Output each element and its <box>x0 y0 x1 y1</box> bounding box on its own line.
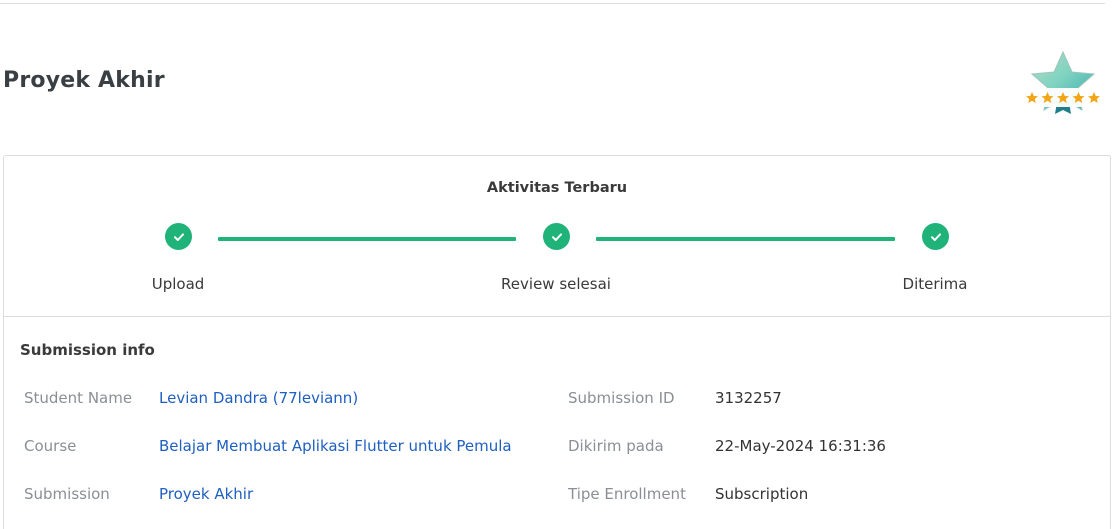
page-title: Proyek Akhir <box>3 68 165 93</box>
submission-label: Submission <box>24 485 110 503</box>
submission-id-value: 3132257 <box>715 389 782 407</box>
submission-link[interactable]: Proyek Akhir <box>159 485 253 503</box>
project-card: Aktivitas Terbaru Upload Review selesai … <box>3 155 1111 529</box>
step-label-upload: Upload <box>151 275 205 293</box>
step-upload-check-icon <box>165 223 192 250</box>
enrollment-type-label: Tipe Enrollment <box>568 485 686 503</box>
step-connector <box>596 237 895 241</box>
enrollment-type-value: Subscription <box>715 485 809 503</box>
star-rating-badge-icon <box>1022 50 1106 116</box>
submission-info-title: Submission info <box>20 341 155 359</box>
step-connector <box>218 237 516 241</box>
student-name-link[interactable]: Levian Dandra (77leviann) <box>159 389 358 407</box>
step-label-accepted: Diterima <box>902 275 968 293</box>
sent-at-label: Dikirim pada <box>568 437 664 455</box>
step-accepted-check-icon <box>922 223 949 250</box>
submission-id-label: Submission ID <box>568 389 675 407</box>
student-name-label: Student Name <box>24 389 133 407</box>
step-review-check-icon <box>543 223 570 250</box>
activity-timeline: Aktivitas Terbaru Upload Review selesai … <box>4 156 1110 317</box>
sent-at-value: 22-May-2024 16:31:36 <box>715 437 886 455</box>
course-link[interactable]: Belajar Membuat Aplikasi Flutter untuk P… <box>159 437 512 455</box>
course-label: Course <box>24 437 77 455</box>
activity-title: Aktivitas Terbaru <box>486 180 628 196</box>
top-divider <box>0 0 1105 4</box>
step-label-review: Review selesai <box>501 275 611 293</box>
